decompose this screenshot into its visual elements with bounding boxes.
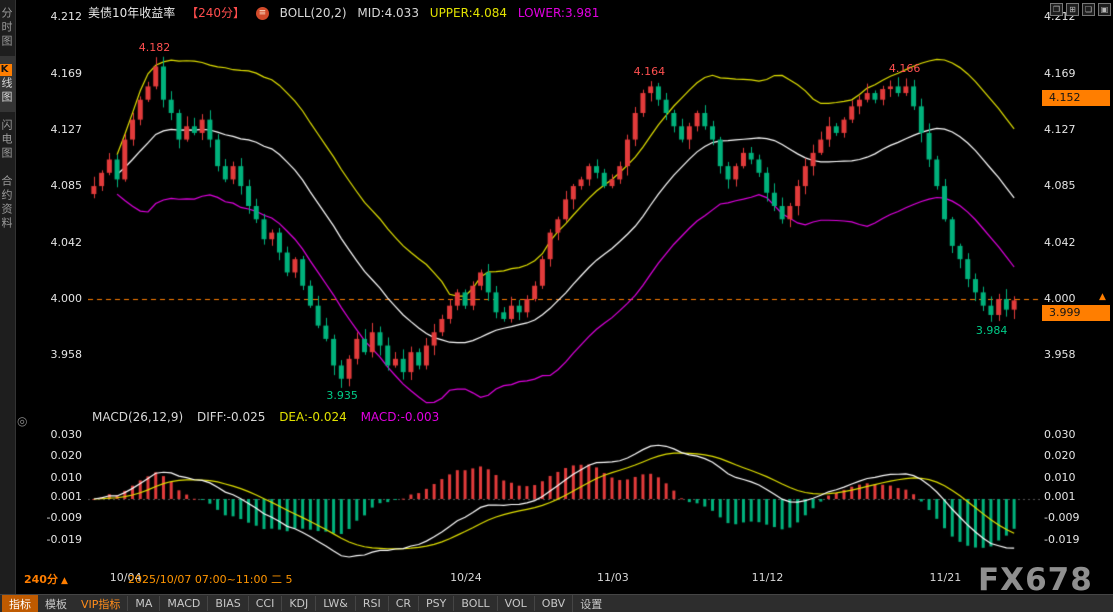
macd-tick-label: 0.030 <box>28 428 82 441</box>
price-tick-label: 3.958 <box>1044 348 1104 361</box>
price-tick-label: 4.000 <box>1044 292 1104 305</box>
boll-upper-price-tag: 4.152 <box>1042 90 1110 106</box>
macd-tick-label: 0.010 <box>1044 471 1104 484</box>
toolbar-item-indicators[interactable]: 指标 <box>2 595 38 612</box>
price-tick-label: 4.042 <box>28 236 82 249</box>
toolbar-item-ma[interactable]: MA <box>127 596 159 611</box>
toolbar-item-rsi[interactable]: RSI <box>355 596 388 611</box>
x-axis-date-label: 11/21 <box>930 571 962 584</box>
bottom-toolbar: 指标模板VIP指标MAMACDBIASCCIKDJLW&RSICRPSYBOLL… <box>0 594 1113 612</box>
toolbar-item-boll[interactable]: BOLL <box>453 596 496 611</box>
macd-dea-value: DEA:-0.024 <box>279 410 347 424</box>
toolbar-item-lw[interactable]: LW& <box>315 596 355 611</box>
price-tick-label: 4.169 <box>1044 67 1104 80</box>
macd-indicator-label: MACD(26,12,9) <box>92 410 183 424</box>
price-tick-label: 4.127 <box>1044 123 1104 136</box>
sidebar-item-lightning-chart[interactable]: 闪电图 <box>0 112 16 168</box>
chart-layout-icon-1[interactable]: ❐ <box>1050 3 1063 16</box>
latest-price-arrow-icon[interactable]: ▲ <box>1099 292 1106 302</box>
price-tick-label: 4.127 <box>28 123 82 136</box>
sidebar-item-kline-chart[interactable]: K线图 <box>0 56 16 112</box>
macd-tick-label: -0.019 <box>28 533 82 546</box>
trading-app-window: 分时图 K线图 闪电图 合约资料 美债10年收益率 【240分】 ≡ BOLL(… <box>0 0 1113 612</box>
period-badge[interactable]: 240分▲ <box>24 571 68 587</box>
period-menu-icon[interactable]: ≡ <box>256 7 269 20</box>
watermark: FX678 <box>978 562 1093 598</box>
macd-tick-label: -0.009 <box>1044 511 1104 524</box>
chart-header: 美债10年收益率 【240分】 ≡ BOLL(20,2) MID:4.033 U… <box>88 4 606 21</box>
macd-tick-label: 0.010 <box>28 471 82 484</box>
macd-tick-label: -0.009 <box>28 511 82 524</box>
toolbar-item-templates[interactable]: 模板 <box>38 595 74 612</box>
chevron-up-icon: ▲ <box>61 576 68 586</box>
macd-header: MACD(26,12,9) DIFF:-0.025 DEA:-0.024 MAC… <box>92 410 449 424</box>
x-axis-date-label: 10/24 <box>450 571 482 584</box>
window-controls: ❐ ⊞ ❏ ▣ <box>1050 3 1111 16</box>
indicator-eye-icon[interactable]: ◎ <box>17 414 27 428</box>
sidebar-item-contract-info[interactable]: 合约资料 <box>0 168 16 238</box>
macd-tick-label: 0.001 <box>1044 490 1104 503</box>
x-axis-date-label: 11/12 <box>752 571 784 584</box>
candlestick-chart-canvas[interactable] <box>88 12 1040 408</box>
price-tick-label: 3.958 <box>28 348 82 361</box>
macd-diff-value: DIFF:-0.025 <box>197 410 265 424</box>
boll-mid-value: MID:4.033 <box>357 6 419 20</box>
price-tick-label: 4.085 <box>1044 179 1104 192</box>
price-tick-label: 4.085 <box>28 179 82 192</box>
price-tick-label: 4.000 <box>28 292 82 305</box>
period-badge-label: 240分 <box>24 573 58 586</box>
toolbar-item-obv[interactable]: OBV <box>534 596 572 611</box>
period-label[interactable]: 【240分】 <box>186 6 245 20</box>
macd-tick-label: -0.019 <box>1044 533 1104 546</box>
price-tick-label: 4.169 <box>28 67 82 80</box>
toolbar-item-settings[interactable]: 设置 <box>572 595 609 612</box>
toolbar-item-vol[interactable]: VOL <box>497 596 534 611</box>
macd-tick-label: 0.020 <box>1044 449 1104 462</box>
toolbar-item-bias[interactable]: BIAS <box>207 596 247 611</box>
price-tick-label: 4.212 <box>28 10 82 23</box>
boll-indicator-label: BOLL(20,2) <box>280 6 347 20</box>
chart-layout-icon-4[interactable]: ▣ <box>1098 3 1111 16</box>
x-axis-date-label: 11/03 <box>597 571 629 584</box>
left-sidebar: 分时图 K线图 闪电图 合约资料 <box>0 0 16 594</box>
toolbar-item-cci[interactable]: CCI <box>248 596 282 611</box>
macd-tick-label: 0.030 <box>1044 428 1104 441</box>
toolbar-item-kdj[interactable]: KDJ <box>281 596 315 611</box>
macd-tick-label: 0.020 <box>28 449 82 462</box>
toolbar-item-cr[interactable]: CR <box>388 596 418 611</box>
instrument-title: 美债10年收益率 <box>88 6 175 20</box>
sidebar-item-label: 线图 <box>0 77 13 105</box>
kline-badge: K <box>0 64 12 76</box>
toolbar-item-vip-indicators[interactable]: VIP指标 <box>74 595 127 612</box>
macd-tick-label: 0.001 <box>28 490 82 503</box>
sidebar-item-time-chart[interactable]: 分时图 <box>0 0 16 56</box>
last-price-tag: 3.999 <box>1042 305 1110 321</box>
price-tick-label: 4.042 <box>1044 236 1104 249</box>
chart-layout-icon-3[interactable]: ❏ <box>1082 3 1095 16</box>
bar-info-status: 2025/10/07 07:00~11:00 二 5 <box>128 571 293 587</box>
toolbar-item-psy[interactable]: PSY <box>418 596 453 611</box>
toolbar-item-macd[interactable]: MACD <box>159 596 207 611</box>
macd-macd-value: MACD:-0.003 <box>361 410 440 424</box>
boll-lower-value: LOWER:3.981 <box>518 6 600 20</box>
chart-layout-icon-2[interactable]: ⊞ <box>1066 3 1079 16</box>
boll-upper-value: UPPER:4.084 <box>430 6 507 20</box>
macd-chart-canvas[interactable] <box>88 426 1040 562</box>
